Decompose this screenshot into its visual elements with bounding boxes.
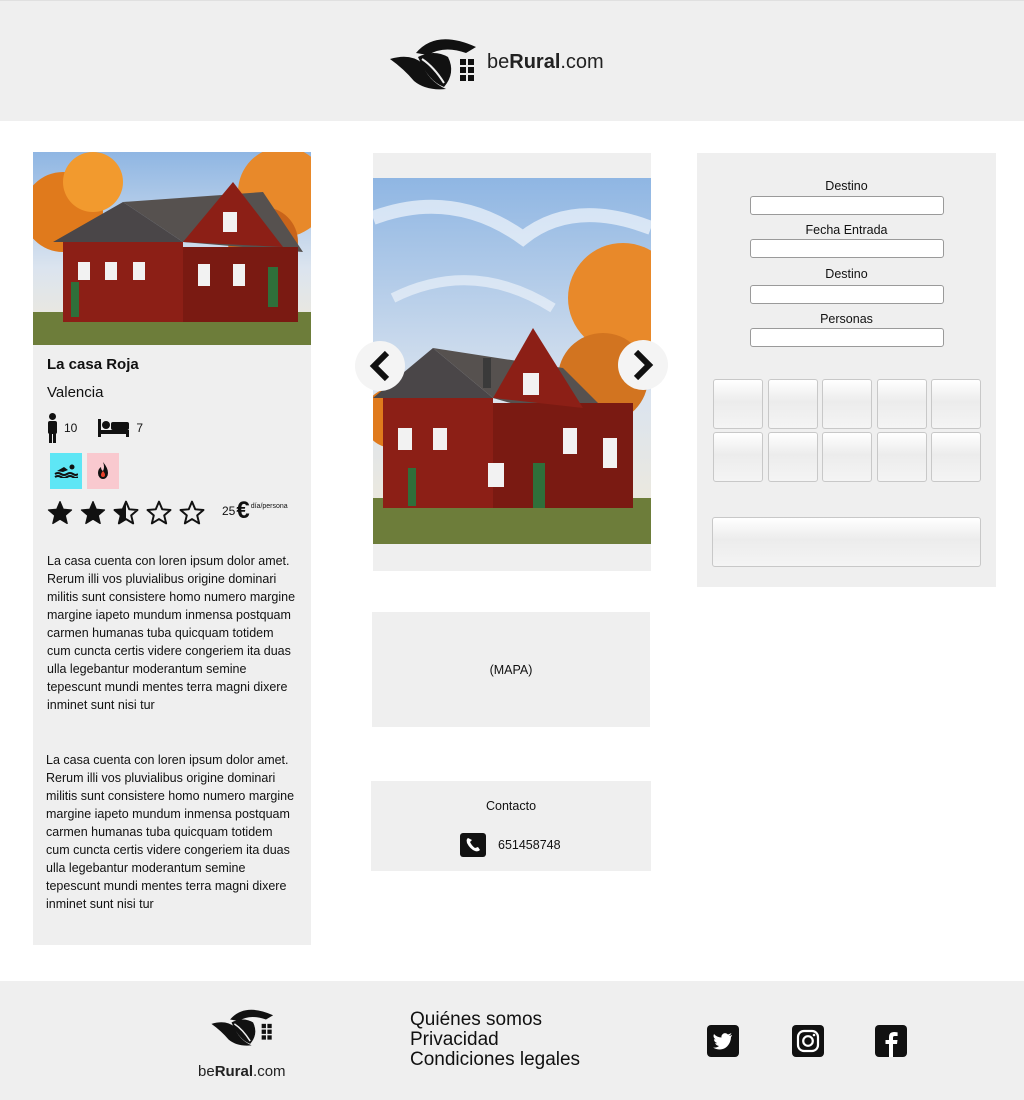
destino-input[interactable]: [750, 196, 944, 215]
search-option-button[interactable]: [713, 432, 763, 482]
phone-number: 651458748: [498, 838, 561, 852]
search-button[interactable]: [712, 517, 981, 567]
gallery-next-button[interactable]: [618, 340, 668, 390]
guests-count: 10: [64, 421, 78, 435]
search-option-button[interactable]: [822, 432, 872, 482]
link-quienes-somos[interactable]: Quiénes somos: [410, 1010, 580, 1030]
person-icon: [48, 413, 57, 443]
destino-2-label: Destino: [825, 267, 868, 281]
listing-location: Valencia: [47, 384, 104, 401]
star-half-icon: [113, 500, 139, 525]
amenities-list: [50, 453, 119, 489]
contact-title: Contacto: [485, 799, 537, 813]
contact-box: Contacto 651458748: [371, 781, 651, 871]
listing-title: La casa Roja: [47, 356, 139, 373]
footer-brand-name: beRural.com: [198, 1063, 286, 1080]
listing-price: 25 € día/persona: [222, 497, 288, 524]
fire-icon: [98, 462, 108, 479]
chevron-left-icon: [369, 351, 390, 381]
price-value: 25: [222, 504, 236, 518]
listing-photo[interactable]: [33, 152, 311, 345]
amenity-fireplace: [87, 453, 119, 489]
fecha-entrada-label: Fecha Entrada: [805, 223, 888, 237]
twitter-icon[interactable]: [707, 1025, 739, 1057]
euro-icon: €: [236, 497, 250, 524]
fecha-entrada-input[interactable]: [750, 239, 944, 258]
brand-name: beRural.com: [487, 51, 604, 73]
listing-description-2: La casa cuenta con loren ipsum dolor ame…: [46, 753, 295, 911]
star-empty-icon: [146, 500, 172, 525]
map-placeholder[interactable]: (MAPA): [372, 612, 650, 727]
price-unit: día/persona: [250, 503, 288, 510]
photo-gallery: [355, 153, 668, 571]
listing-card: La casa Roja Valencia 10 7 25 € día/pers…: [33, 152, 311, 945]
star-full-icon: [47, 500, 73, 525]
facebook-icon[interactable]: [875, 1025, 907, 1057]
destino-label: Destino: [825, 179, 868, 193]
contact-phone[interactable]: 651458748: [460, 833, 561, 857]
search-option-button[interactable]: [767, 432, 818, 482]
search-option-button[interactable]: [767, 379, 818, 429]
site-header: beRural.com: [0, 0, 1024, 121]
rating-stars: [47, 500, 205, 526]
destino-2-input[interactable]: [750, 285, 944, 304]
search-panel: Destino Fecha Entrada Destino Personas: [697, 153, 996, 587]
search-option-button[interactable]: [713, 379, 763, 429]
search-option-button[interactable]: [931, 432, 981, 482]
gallery-photo[interactable]: [373, 178, 651, 544]
amenity-pool: [50, 453, 82, 489]
chevron-right-icon: [633, 350, 654, 380]
star-full-icon: [80, 500, 106, 525]
search-option-button[interactable]: [931, 379, 981, 429]
listing-description-1: La casa cuenta con loren ipsum dolor ame…: [47, 554, 296, 712]
bed-icon: [98, 419, 130, 437]
listing-capacity: 10 7: [47, 412, 143, 444]
star-empty-icon: [179, 500, 205, 525]
swimming-pool-icon: [54, 464, 78, 478]
footer-links: Quiénes somos Privacidad Condiciones leg…: [410, 1010, 580, 1070]
search-option-button[interactable]: [822, 379, 872, 429]
berural-logo-icon[interactable]: [210, 1005, 276, 1047]
search-option-button[interactable]: [876, 379, 927, 429]
beds-count: 7: [136, 421, 144, 435]
map-label: (MAPA): [489, 662, 533, 677]
personas-label: Personas: [820, 312, 873, 326]
search-option-button[interactable]: [876, 432, 927, 482]
instagram-icon[interactable]: [792, 1025, 824, 1057]
personas-input[interactable]: [750, 328, 944, 347]
link-condiciones-legales[interactable]: Condiciones legales: [410, 1050, 580, 1070]
search-options-grid: [713, 379, 981, 482]
gallery-prev-button[interactable]: [355, 341, 405, 391]
site-footer: beRural.com Quiénes somos Privacidad Con…: [0, 981, 1024, 1100]
phone-icon: [460, 833, 486, 857]
link-privacidad[interactable]: Privacidad: [410, 1030, 580, 1050]
berural-logo-icon[interactable]: [388, 33, 480, 91]
